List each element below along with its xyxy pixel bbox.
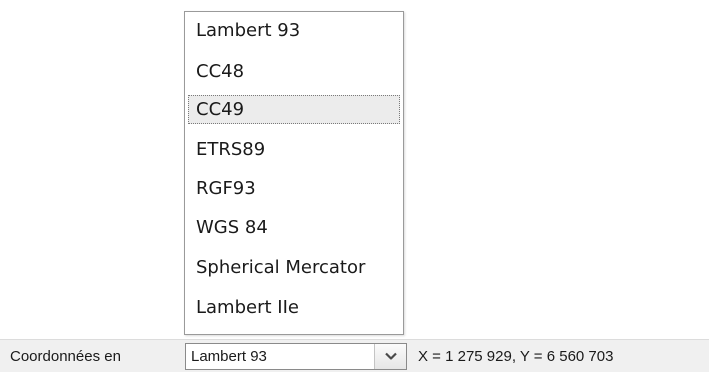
- dropdown-item-spherical-mercator[interactable]: Spherical Mercator: [188, 253, 400, 282]
- dropdown-item-lambert-iie[interactable]: Lambert IIe: [188, 293, 400, 322]
- status-bar: Coordonnées en Lambert 93 X = 1 275 929,…: [0, 339, 709, 372]
- projection-select[interactable]: Lambert 93: [185, 343, 407, 370]
- dropdown-item-rgf93[interactable]: RGF93: [188, 174, 400, 203]
- dropdown-item-etrs89[interactable]: ETRS89: [188, 135, 400, 164]
- dropdown-item-wgs-84[interactable]: WGS 84: [188, 213, 400, 242]
- projection-select-value: Lambert 93: [191, 348, 267, 365]
- cursor-coordinates: X = 1 275 929, Y = 6 560 703: [418, 348, 614, 365]
- dropdown-item-lambert-93[interactable]: Lambert 93: [188, 16, 400, 45]
- page: Lambert 93 CC48 CC49 ETRS89 RGF93 WGS 84…: [0, 0, 709, 372]
- chevron-down-icon: [385, 352, 397, 360]
- projection-select-button[interactable]: [374, 344, 406, 369]
- coordinates-system-label: Coordonnées en: [10, 348, 121, 365]
- dropdown-item-cc49[interactable]: CC49: [188, 95, 400, 124]
- projection-dropdown-list[interactable]: Lambert 93 CC48 CC49 ETRS89 RGF93 WGS 84…: [184, 11, 404, 335]
- dropdown-item-cc48[interactable]: CC48: [188, 57, 400, 86]
